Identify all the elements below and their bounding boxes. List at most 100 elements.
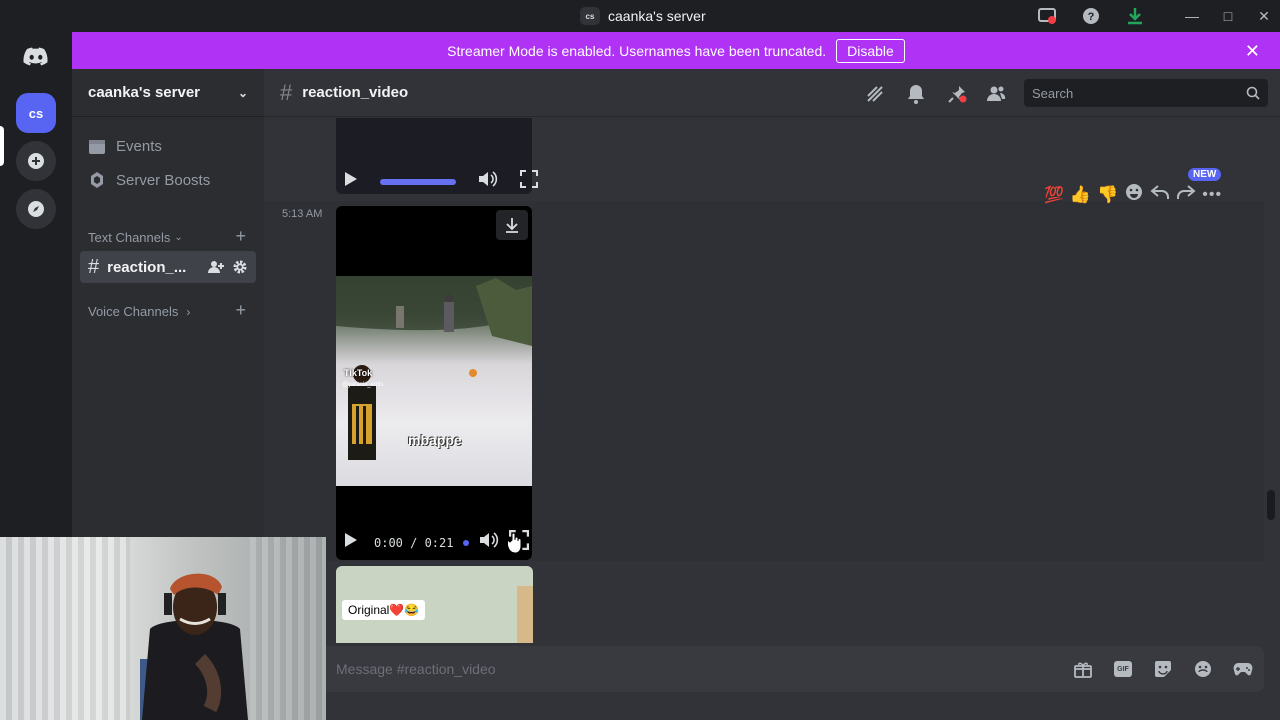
maximize-icon[interactable]: □ bbox=[1218, 6, 1238, 26]
sticker-icon[interactable] bbox=[1152, 659, 1174, 679]
tiktok-handle: @yaranki_edits bbox=[342, 382, 384, 388]
composer-placeholder: Message #reaction_video bbox=[336, 661, 496, 677]
category-label: Voice Channels bbox=[88, 304, 179, 319]
window-title-text: caanka's server bbox=[608, 8, 706, 24]
pin-icon[interactable] bbox=[946, 83, 968, 105]
text-channels-category[interactable]: Text Channels ⌄ bbox=[88, 230, 183, 245]
server-icon-cs[interactable]: cs bbox=[16, 93, 56, 133]
scrollbar-thumb[interactable] bbox=[1267, 490, 1275, 520]
video-scene bbox=[336, 276, 532, 460]
banner-text: Streamer Mode is enabled. Usernames have… bbox=[447, 42, 827, 59]
new-badge: NEW bbox=[1188, 168, 1222, 181]
download-button[interactable] bbox=[496, 210, 528, 240]
play-icon[interactable] bbox=[344, 532, 358, 553]
reaction-thumbs-up-icon[interactable]: 👍 bbox=[1070, 185, 1091, 205]
add-server-icon[interactable] bbox=[16, 141, 56, 181]
tiktok-watermark: TikTok bbox=[344, 368, 373, 378]
search-icon bbox=[1246, 86, 1260, 100]
sidebar-item-server-boosts[interactable]: Server Boosts bbox=[88, 171, 210, 189]
gif-label: GIF bbox=[1114, 661, 1132, 677]
calendar-icon bbox=[89, 140, 105, 154]
progress-bar[interactable] bbox=[463, 539, 470, 546]
forward-icon[interactable] bbox=[1176, 183, 1196, 206]
emoji-icon[interactable] bbox=[1192, 659, 1214, 679]
mouse-cursor-icon bbox=[506, 532, 524, 559]
scrollbar[interactable] bbox=[1267, 118, 1275, 643]
hashtag-icon: # bbox=[88, 255, 100, 278]
streamer-mode-banner: Streamer Mode is enabled. Usernames have… bbox=[72, 32, 1280, 69]
search-placeholder: Search bbox=[1032, 85, 1074, 101]
message-composer[interactable]: Message #reaction_video GIF bbox=[320, 646, 1264, 692]
close-window-icon[interactable]: ✕ bbox=[1254, 6, 1274, 26]
video-controls: 0:00 / 0:21 bbox=[344, 530, 530, 555]
boost-icon bbox=[91, 172, 103, 188]
volume-icon[interactable] bbox=[478, 171, 498, 192]
message-action-bar: 💯 👍 👎 ••• bbox=[1044, 182, 1222, 207]
add-reaction-icon[interactable] bbox=[1124, 182, 1144, 207]
sidebar-item-label: Server Boosts bbox=[116, 171, 211, 189]
bell-icon[interactable] bbox=[905, 83, 927, 105]
invite-user-icon[interactable] bbox=[208, 260, 224, 274]
channel-item-reaction-video[interactable]: # reaction_... bbox=[80, 251, 256, 283]
fullscreen-icon[interactable] bbox=[520, 170, 538, 193]
window-title: cs caanka's server bbox=[580, 7, 706, 25]
member-list-icon[interactable] bbox=[985, 83, 1007, 105]
search-input[interactable]: Search bbox=[1024, 79, 1268, 107]
message-timestamp: 5:13 AM bbox=[282, 208, 323, 220]
category-label: Text Channels bbox=[88, 230, 171, 245]
channel-label: reaction_... bbox=[107, 258, 187, 276]
webcam-curtain bbox=[250, 537, 326, 720]
video-time: 0:00 / 0:21 bbox=[374, 535, 454, 550]
chevron-down-icon: ⌄ bbox=[174, 232, 183, 243]
minimize-icon[interactable]: — bbox=[1182, 6, 1202, 26]
selected-server-indicator bbox=[0, 126, 4, 166]
help-icon[interactable]: ? bbox=[1081, 6, 1101, 26]
voice-channels-category[interactable]: Voice Channels › bbox=[88, 304, 190, 319]
video-frame: TikTok @yaranki_edits mbappe bbox=[336, 276, 532, 486]
download-icon[interactable] bbox=[1125, 6, 1145, 26]
disable-button[interactable]: Disable bbox=[836, 38, 905, 63]
apps-controller-icon[interactable] bbox=[1232, 659, 1254, 679]
close-icon[interactable]: ✕ bbox=[1245, 41, 1260, 62]
sidebar-item-label: Events bbox=[116, 137, 162, 155]
more-options-icon[interactable]: ••• bbox=[1202, 186, 1222, 204]
server-badge: cs bbox=[580, 7, 600, 25]
play-icon[interactable] bbox=[344, 171, 358, 192]
webcam-person bbox=[140, 573, 248, 720]
server-header[interactable]: caanka's server ⌄ bbox=[72, 69, 264, 117]
title-bar: cs caanka's server ? — □ ✕ bbox=[0, 0, 1280, 32]
svg-text:?: ? bbox=[1088, 11, 1095, 23]
webcam-overlay bbox=[0, 537, 326, 720]
image-scene bbox=[517, 586, 533, 643]
channel-header: # reaction_video Search bbox=[264, 69, 1280, 117]
server-name: caanka's server bbox=[88, 84, 200, 101]
image-caption: Original❤️😂 bbox=[342, 600, 426, 620]
message-list[interactable]: 5:13 AM TikTok @yaranki_edits mbappe 0:0… bbox=[264, 118, 1280, 643]
chevron-down-icon: ⌄ bbox=[237, 85, 248, 100]
channel-title: reaction_video bbox=[302, 84, 409, 101]
threads-icon[interactable] bbox=[864, 83, 886, 105]
previous-video-attachment[interactable] bbox=[336, 118, 538, 194]
reply-icon[interactable] bbox=[1150, 183, 1170, 206]
image-attachment[interactable]: Original❤️😂 bbox=[336, 566, 533, 643]
gif-icon[interactable]: GIF bbox=[1112, 659, 1134, 679]
reaction-100-icon[interactable]: 💯 bbox=[1044, 185, 1064, 205]
discord-home-icon[interactable] bbox=[16, 37, 56, 77]
webcam-curtain bbox=[0, 537, 130, 720]
hashtag-icon: # bbox=[280, 79, 293, 105]
gear-icon[interactable] bbox=[232, 259, 248, 275]
volume-icon[interactable] bbox=[479, 532, 499, 553]
inbox-alert-icon[interactable] bbox=[1037, 6, 1057, 26]
sidebar-item-events[interactable]: Events bbox=[88, 137, 162, 155]
reaction-thumbs-down-icon[interactable]: 👎 bbox=[1097, 185, 1118, 205]
previous-video-controls bbox=[344, 170, 538, 193]
add-text-channel-icon[interactable]: + bbox=[235, 226, 246, 247]
video-attachment[interactable]: TikTok @yaranki_edits mbappe 0:00 / 0:21 bbox=[336, 206, 532, 560]
progress-bar[interactable] bbox=[380, 178, 456, 185]
chevron-right-icon: › bbox=[186, 304, 191, 319]
add-voice-channel-icon[interactable]: + bbox=[235, 300, 246, 321]
explore-icon[interactable] bbox=[16, 189, 56, 229]
download-icon bbox=[506, 218, 518, 233]
video-overlay-text: mbappe bbox=[408, 432, 462, 448]
gift-icon[interactable] bbox=[1072, 659, 1094, 679]
